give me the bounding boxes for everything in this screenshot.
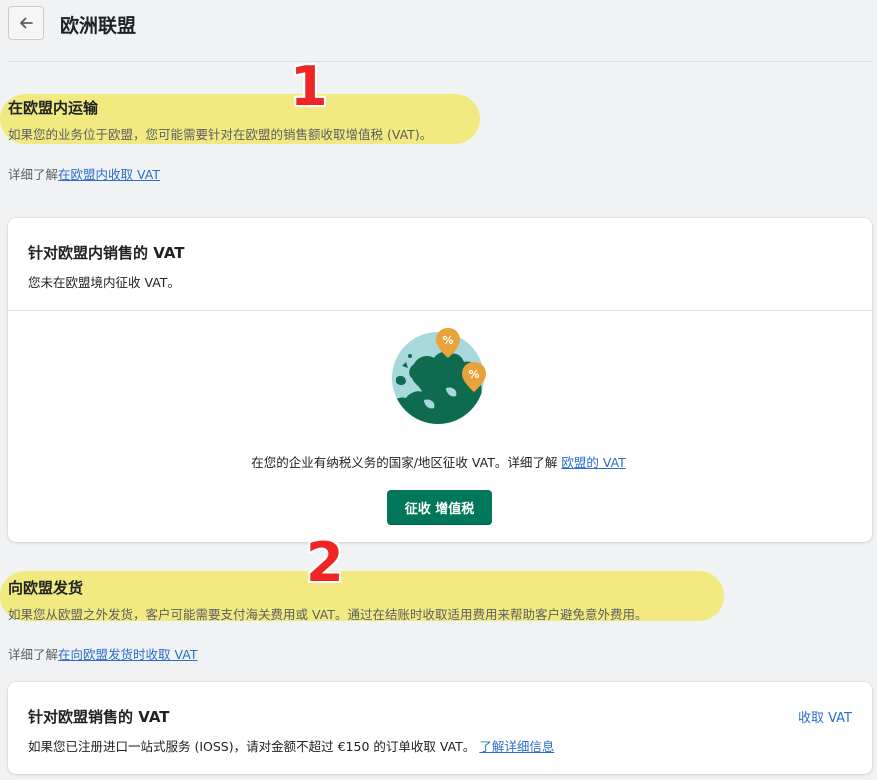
learn-more-prefix: 详细了解 <box>8 167 59 182</box>
back-button[interactable] <box>8 6 44 40</box>
empty-state-text: 在您的企业有纳税义务的国家/地区征收 VAT。详细了解 欧盟的 VAT <box>0 452 877 471</box>
page-title: 欧洲联盟 <box>60 15 137 37</box>
eu-vat-link[interactable]: 欧盟的 VAT <box>561 455 625 470</box>
section-description-within-eu: 如果您的业务位于欧盟，您可能需要针对在欧盟的销售额收取增值税 (VAT)。 <box>8 127 433 142</box>
page: 欧洲联盟 1 在欧盟内运输 如果您的业务位于欧盟，您可能需要针对在欧盟的销售额收… <box>0 0 877 780</box>
section-title-to-eu: 向欧盟发货 <box>8 579 84 597</box>
card-subtitle-within-eu: 您未在欧盟境内征收 VAT。 <box>28 275 180 290</box>
svg-text:%: % <box>442 334 453 347</box>
europe-globe-icon: % % <box>392 328 486 424</box>
arrow-left-icon <box>20 17 33 29</box>
section-description-to-eu: 如果您从欧盟之外发货，客户可能需要支付海关费用或 VAT。通过在结账时收取适用费… <box>8 607 648 622</box>
learn-more-prefix-2: 详细了解 <box>8 647 59 662</box>
card-title-within-eu: 针对欧盟内销售的 VAT <box>28 244 185 262</box>
learn-more-to-eu: 详细了解在向欧盟发货时收取 VAT <box>8 644 197 663</box>
collect-vat-button[interactable]: 征收 增值税 <box>387 490 492 525</box>
svg-text:%: % <box>468 368 479 381</box>
ioss-description: 如果您已注册进口一站式服务 (IOSS)，请对金额不超过 €150 的订单收取 … <box>28 739 476 754</box>
collect-vat-within-eu-link[interactable]: 在欧盟内收取 VAT <box>58 167 160 182</box>
header-divider <box>8 61 871 62</box>
vat-to-eu-card: 针对欧盟销售的 VAT 收取 VAT 如果您已注册进口一站式服务 (IOSS)，… <box>8 682 872 774</box>
annotation-marker-2: 2 <box>306 531 344 594</box>
learn-more-within-eu: 详细了解在欧盟内收取 VAT <box>8 164 160 183</box>
collect-vat-shipping-to-eu-link[interactable]: 在向欧盟发货时收取 VAT <box>58 647 197 662</box>
collect-vat-action-link[interactable]: 收取 VAT <box>798 707 852 726</box>
card-divider <box>8 310 872 311</box>
card-description-to-eu: 如果您已注册进口一站式服务 (IOSS)，请对金额不超过 €150 的订单收取 … <box>28 736 554 755</box>
card-title-to-eu: 针对欧盟销售的 VAT <box>28 708 170 726</box>
empty-state-message: 在您的企业有纳税义务的国家/地区征收 VAT。详细了解 <box>251 455 562 470</box>
annotation-marker-1: 1 <box>290 55 328 118</box>
learn-details-link[interactable]: 了解详细信息 <box>479 739 554 754</box>
section-title-within-eu: 在欧盟内运输 <box>8 99 99 117</box>
